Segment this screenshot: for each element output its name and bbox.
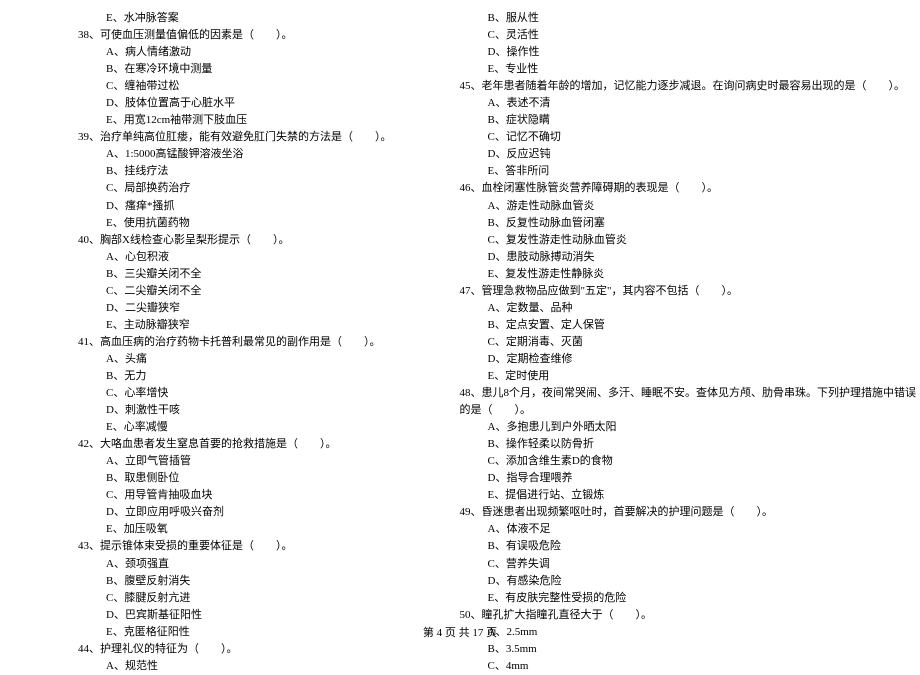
option-line: D、刺激性干咳 <box>50 402 392 419</box>
question-line: 46、血栓闭塞性脉管炎营养障碍期的表现是（ ）。 <box>432 180 917 197</box>
option-line: E、专业性 <box>432 61 917 78</box>
option-line: A、定数量、品种 <box>432 300 917 317</box>
left-column: E、水冲脉答案38、可使血压测量值偏低的因素是（ ）。A、病人情绪激动B、在寒冷… <box>30 10 412 675</box>
page-footer: 第 4 页 共 17 页 <box>0 624 920 640</box>
option-line: D、有感染危险 <box>432 573 917 590</box>
option-line: D、肢体位置高于心脏水平 <box>50 95 392 112</box>
option-line: D、指导合理喂养 <box>432 470 917 487</box>
option-line: C、二尖瓣关闭不全 <box>50 283 392 300</box>
question-line: 49、昏迷患者出现频繁呕吐时，首要解决的护理问题是（ ）。 <box>432 504 917 521</box>
option-line: D、二尖瓣狭窄 <box>50 300 392 317</box>
question-line: 40、胸部X线检查心影呈梨形提示（ ）。 <box>50 232 392 249</box>
option-line: C、记忆不确切 <box>432 129 917 146</box>
option-line: C、缠袖带过松 <box>50 78 392 95</box>
question-line: 38、可使血压测量值偏低的因素是（ ）。 <box>50 27 392 44</box>
question-line: 的是（ ）。 <box>432 402 917 419</box>
question-line: 45、老年患者随着年龄的增加，记忆能力逐步减退。在询问病史时最容易出现的是（ ）… <box>432 78 917 95</box>
option-line: D、定期检查维修 <box>432 351 917 368</box>
option-line: B、3.5mm <box>432 641 917 658</box>
option-line: E、心率减慢 <box>50 419 392 436</box>
option-line: B、三尖瓣关闭不全 <box>50 266 392 283</box>
option-line: D、瘙痒*搔抓 <box>50 198 392 215</box>
option-line: C、4mm <box>432 658 917 675</box>
option-line: E、水冲脉答案 <box>50 10 392 27</box>
option-line: C、心率增快 <box>50 385 392 402</box>
option-line: A、心包积液 <box>50 249 392 266</box>
option-line: B、操作轻柔以防骨折 <box>432 436 917 453</box>
option-line: A、游走性动脉血管炎 <box>432 198 917 215</box>
question-line: 42、大咯血患者发生窒息首要的抢救措施是（ ）。 <box>50 436 392 453</box>
option-line: C、复发性游走性动脉血管炎 <box>432 232 917 249</box>
option-line: B、取患侧卧位 <box>50 470 392 487</box>
option-line: B、症状隐瞒 <box>432 112 917 129</box>
option-line: A、颈项强直 <box>50 556 392 573</box>
option-line: C、定期消毒、灭菌 <box>432 334 917 351</box>
question-line: 39、治疗单纯高位肛瘘，能有效避免肛门失禁的方法是（ ）。 <box>50 129 392 146</box>
option-line: B、定点安置、定人保管 <box>432 317 917 334</box>
question-line: 47、管理急救物品应做到"五定"，其内容不包括（ ）。 <box>432 283 917 300</box>
option-line: E、使用抗菌药物 <box>50 215 392 232</box>
option-line: E、加压吸氧 <box>50 521 392 538</box>
option-line: C、局部换药治疗 <box>50 180 392 197</box>
option-line: B、反复性动脉血管闭塞 <box>432 215 917 232</box>
option-line: A、立即气管插管 <box>50 453 392 470</box>
option-line: C、灵活性 <box>432 27 917 44</box>
option-line: E、复发性游走性静脉炎 <box>432 266 917 283</box>
question-line: 48、患儿8个月，夜间常哭闹、多汗、睡眠不安。查体见方颅、肋骨串珠。下列护理措施… <box>432 385 917 402</box>
option-line: B、有误吸危险 <box>432 538 917 555</box>
option-line: E、主动脉瓣狭窄 <box>50 317 392 334</box>
question-line: 43、提示锥体束受损的重要体征是（ ）。 <box>50 538 392 555</box>
option-line: B、腹壁反射消失 <box>50 573 392 590</box>
option-line: A、多抱患儿到户外晒太阳 <box>432 419 917 436</box>
option-line: A、1:5000高锰酸钾溶液坐浴 <box>50 146 392 163</box>
option-line: A、病人情绪激动 <box>50 44 392 61</box>
option-line: B、无力 <box>50 368 392 385</box>
option-line: D、立即应用呼吸兴奋剂 <box>50 504 392 521</box>
option-line: E、有皮肤完整性受损的危险 <box>432 590 917 607</box>
option-line: D、患肢动脉搏动消失 <box>432 249 917 266</box>
option-line: A、规范性 <box>50 658 392 675</box>
option-line: C、膝腱反射亢进 <box>50 590 392 607</box>
option-line: D、反应迟钝 <box>432 146 917 163</box>
option-line: E、提倡进行站、立锻炼 <box>432 487 917 504</box>
question-line: 44、护理礼仪的特征为（ ）。 <box>50 641 392 658</box>
option-line: A、头痛 <box>50 351 392 368</box>
option-line: E、定时使用 <box>432 368 917 385</box>
right-column: B、服从性C、灵活性D、操作性E、专业性45、老年患者随着年龄的增加，记忆能力逐… <box>412 10 920 675</box>
option-line: D、操作性 <box>432 44 917 61</box>
option-line: B、挂线疗法 <box>50 163 392 180</box>
option-line: B、在寒冷环境中测量 <box>50 61 392 78</box>
option-line: B、服从性 <box>432 10 917 27</box>
option-line: C、添加含维生素D的食物 <box>432 453 917 470</box>
option-line: A、表述不清 <box>432 95 917 112</box>
option-line: C、用导管肯抽吸血块 <box>50 487 392 504</box>
question-line: 50、瞳孔扩大指瞳孔直径大于（ ）。 <box>432 607 917 624</box>
option-line: C、营养失调 <box>432 556 917 573</box>
exam-page: E、水冲脉答案38、可使血压测量值偏低的因素是（ ）。A、病人情绪激动B、在寒冷… <box>0 0 920 675</box>
option-line: E、答非所问 <box>432 163 917 180</box>
option-line: A、体液不足 <box>432 521 917 538</box>
question-line: 41、高血压病的治疗药物卡托普利最常见的副作用是（ ）。 <box>50 334 392 351</box>
option-line: E、用宽12cm袖带测下肢血压 <box>50 112 392 129</box>
option-line: D、巴宾斯基征阳性 <box>50 607 392 624</box>
